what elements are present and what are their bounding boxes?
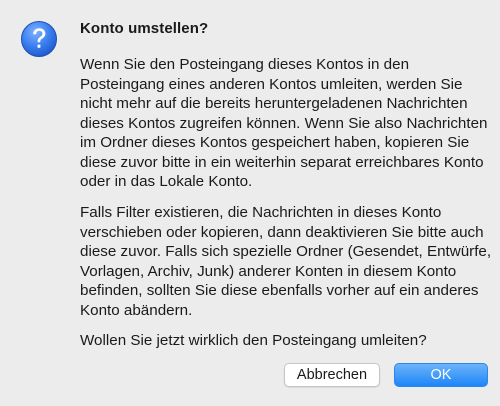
- confirmation-question: Wollen Sie jetzt wirklich den Posteingan…: [80, 332, 427, 349]
- cancel-button[interactable]: Abbrechen: [284, 363, 380, 387]
- ok-button[interactable]: OK: [394, 363, 488, 387]
- question-icon: [20, 20, 58, 58]
- warning-paragraph-filters: Falls Filter existieren, die Nachrichten…: [80, 204, 492, 319]
- warning-paragraph-redirect: Wenn Sie den Posteingang dieses Kontos i…: [80, 56, 488, 190]
- confirm-dialog: Konto umstellen? Wenn Sie den Posteingan…: [0, 0, 500, 406]
- dialog-title: Konto umstellen?: [80, 20, 209, 37]
